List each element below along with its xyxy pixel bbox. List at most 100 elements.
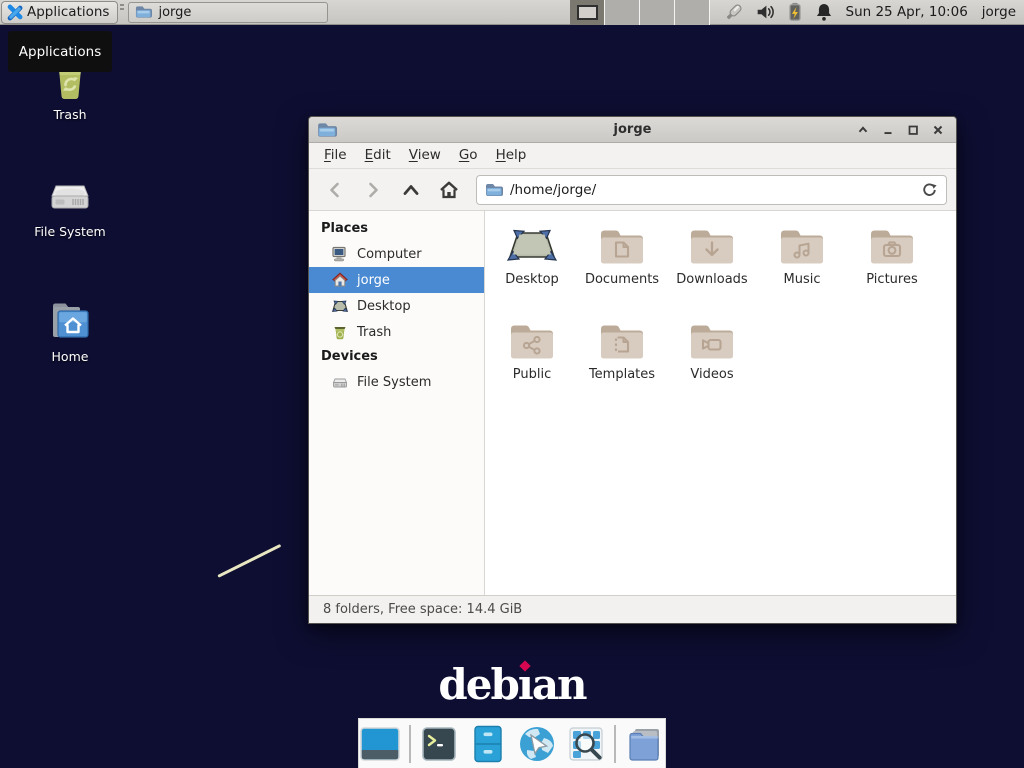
battery-icon[interactable] bbox=[785, 1, 805, 23]
pictures-folder-icon bbox=[868, 225, 916, 267]
menubar: File Edit View Go Help bbox=[309, 143, 956, 169]
drive-mini-icon bbox=[331, 373, 349, 391]
file-label: Documents bbox=[585, 272, 659, 287]
menu-view[interactable]: View bbox=[400, 143, 450, 168]
sidebar: Places Computer bbox=[309, 211, 485, 595]
sidebar-item-label: Desktop bbox=[357, 299, 411, 314]
xfce-logo-icon bbox=[6, 4, 23, 21]
menu-help[interactable]: Help bbox=[487, 143, 536, 168]
show-desktop-icon[interactable] bbox=[359, 723, 401, 765]
home-icon bbox=[331, 271, 349, 289]
file-label: Templates bbox=[589, 367, 655, 382]
sidebar-item-label: File System bbox=[357, 375, 431, 390]
file-item-templates[interactable]: Templates bbox=[577, 318, 667, 413]
file-item-music[interactable]: Music bbox=[757, 223, 847, 318]
home-folder-icon bbox=[46, 297, 94, 345]
panel-handle[interactable] bbox=[118, 0, 126, 24]
forward-button[interactable] bbox=[356, 175, 390, 205]
sidebar-header-places: Places bbox=[309, 217, 484, 241]
file-manager-window: jorge File Edit View Go Help bbox=[308, 116, 957, 624]
file-label: Music bbox=[784, 272, 821, 287]
desktop-icon-label: Home bbox=[52, 349, 89, 364]
applications-tooltip: Applications bbox=[8, 31, 112, 72]
folder-icon bbox=[135, 5, 152, 19]
menu-file[interactable]: File bbox=[315, 143, 356, 168]
system-tray bbox=[722, 1, 834, 24]
workspace-1[interactable] bbox=[570, 0, 605, 25]
sidebar-item-desktop[interactable]: Desktop bbox=[309, 293, 484, 319]
workspace-4[interactable] bbox=[675, 0, 710, 25]
file-label: Desktop bbox=[505, 272, 559, 287]
sidebar-item-computer[interactable]: Computer bbox=[309, 241, 484, 267]
stylus-tool-icon[interactable] bbox=[722, 1, 745, 24]
file-item-public[interactable]: Public bbox=[487, 318, 577, 413]
templates-folder-icon bbox=[598, 320, 646, 362]
workspace-3[interactable] bbox=[640, 0, 675, 25]
minimize-button[interactable] bbox=[880, 122, 896, 138]
toolbar: /home/jorge/ bbox=[309, 169, 956, 211]
titlebar[interactable]: jorge bbox=[309, 117, 956, 143]
top-panel: Applications jorge bbox=[0, 0, 1024, 25]
path-entry[interactable]: /home/jorge/ bbox=[476, 175, 947, 205]
web-browser-icon[interactable] bbox=[517, 723, 558, 765]
directory-menu-icon[interactable] bbox=[624, 723, 665, 765]
file-list: Desktop Documents bbox=[485, 211, 956, 595]
path-text: /home/jorge/ bbox=[510, 182, 914, 198]
videos-folder-icon bbox=[688, 320, 736, 362]
taskbar-window-label: jorge bbox=[158, 5, 191, 20]
reload-button[interactable] bbox=[921, 181, 938, 198]
window-folder-icon bbox=[317, 122, 337, 138]
file-item-downloads[interactable]: Downloads bbox=[667, 223, 757, 318]
file-label: Public bbox=[513, 367, 551, 382]
workspace-window-thumb bbox=[577, 5, 598, 20]
file-item-videos[interactable]: Videos bbox=[667, 318, 757, 413]
file-item-desktop[interactable]: Desktop bbox=[487, 223, 577, 318]
tooltip-text: Applications bbox=[19, 44, 101, 60]
up-button[interactable] bbox=[394, 175, 428, 205]
back-button[interactable] bbox=[318, 175, 352, 205]
desktop-icon-file-system[interactable]: File System bbox=[18, 172, 122, 239]
sidebar-item-file-system[interactable]: File System bbox=[309, 369, 484, 395]
music-folder-icon bbox=[778, 225, 826, 267]
bottom-dock bbox=[358, 718, 666, 768]
desktop-stray-line bbox=[217, 544, 281, 578]
volume-icon[interactable] bbox=[754, 1, 776, 23]
file-item-documents[interactable]: Documents bbox=[577, 223, 667, 318]
home-button[interactable] bbox=[432, 175, 466, 205]
debian-wordmark: debıan bbox=[0, 660, 1024, 709]
clock[interactable]: Sun 25 Apr, 10:06 bbox=[846, 4, 968, 20]
documents-folder-icon bbox=[598, 225, 646, 267]
downloads-folder-icon bbox=[688, 225, 736, 267]
desktop-icon-label: File System bbox=[34, 224, 106, 239]
menu-go[interactable]: Go bbox=[450, 143, 487, 168]
desktop-trapezoid-icon bbox=[504, 225, 560, 267]
file-manager-icon[interactable] bbox=[468, 723, 509, 765]
terminal-icon[interactable] bbox=[419, 723, 460, 765]
file-item-pictures[interactable]: Pictures bbox=[847, 223, 937, 318]
sidebar-item-jorge[interactable]: jorge bbox=[309, 267, 484, 293]
hard-drive-icon bbox=[46, 172, 94, 220]
taskbar-window-button[interactable]: jorge bbox=[128, 2, 328, 23]
sidebar-item-label: Trash bbox=[357, 325, 391, 340]
desktop-mini-icon bbox=[331, 297, 349, 315]
sidebar-item-label: jorge bbox=[357, 273, 390, 288]
public-folder-icon bbox=[508, 320, 556, 362]
applications-menu-button[interactable]: Applications bbox=[1, 1, 118, 24]
sidebar-item-trash[interactable]: Trash bbox=[309, 319, 484, 345]
sidebar-item-label: Computer bbox=[357, 247, 422, 262]
workspace-2[interactable] bbox=[605, 0, 640, 25]
desktop-icon-home[interactable]: Home bbox=[18, 297, 122, 364]
desktop-icon-label: Trash bbox=[53, 107, 86, 122]
applications-menu-label: Applications bbox=[27, 4, 109, 20]
file-label: Videos bbox=[690, 367, 733, 382]
close-button[interactable] bbox=[930, 122, 946, 138]
file-label: Downloads bbox=[676, 272, 747, 287]
notifications-bell-icon[interactable] bbox=[814, 1, 834, 23]
shade-button[interactable] bbox=[855, 122, 871, 138]
menu-edit[interactable]: Edit bbox=[356, 143, 400, 168]
application-finder-icon[interactable] bbox=[565, 723, 606, 765]
status-text: 8 folders, Free space: 14.4 GiB bbox=[323, 602, 522, 617]
session-user-label[interactable]: jorge bbox=[982, 4, 1016, 20]
maximize-button[interactable] bbox=[905, 122, 921, 138]
statusbar: 8 folders, Free space: 14.4 GiB bbox=[309, 595, 956, 623]
